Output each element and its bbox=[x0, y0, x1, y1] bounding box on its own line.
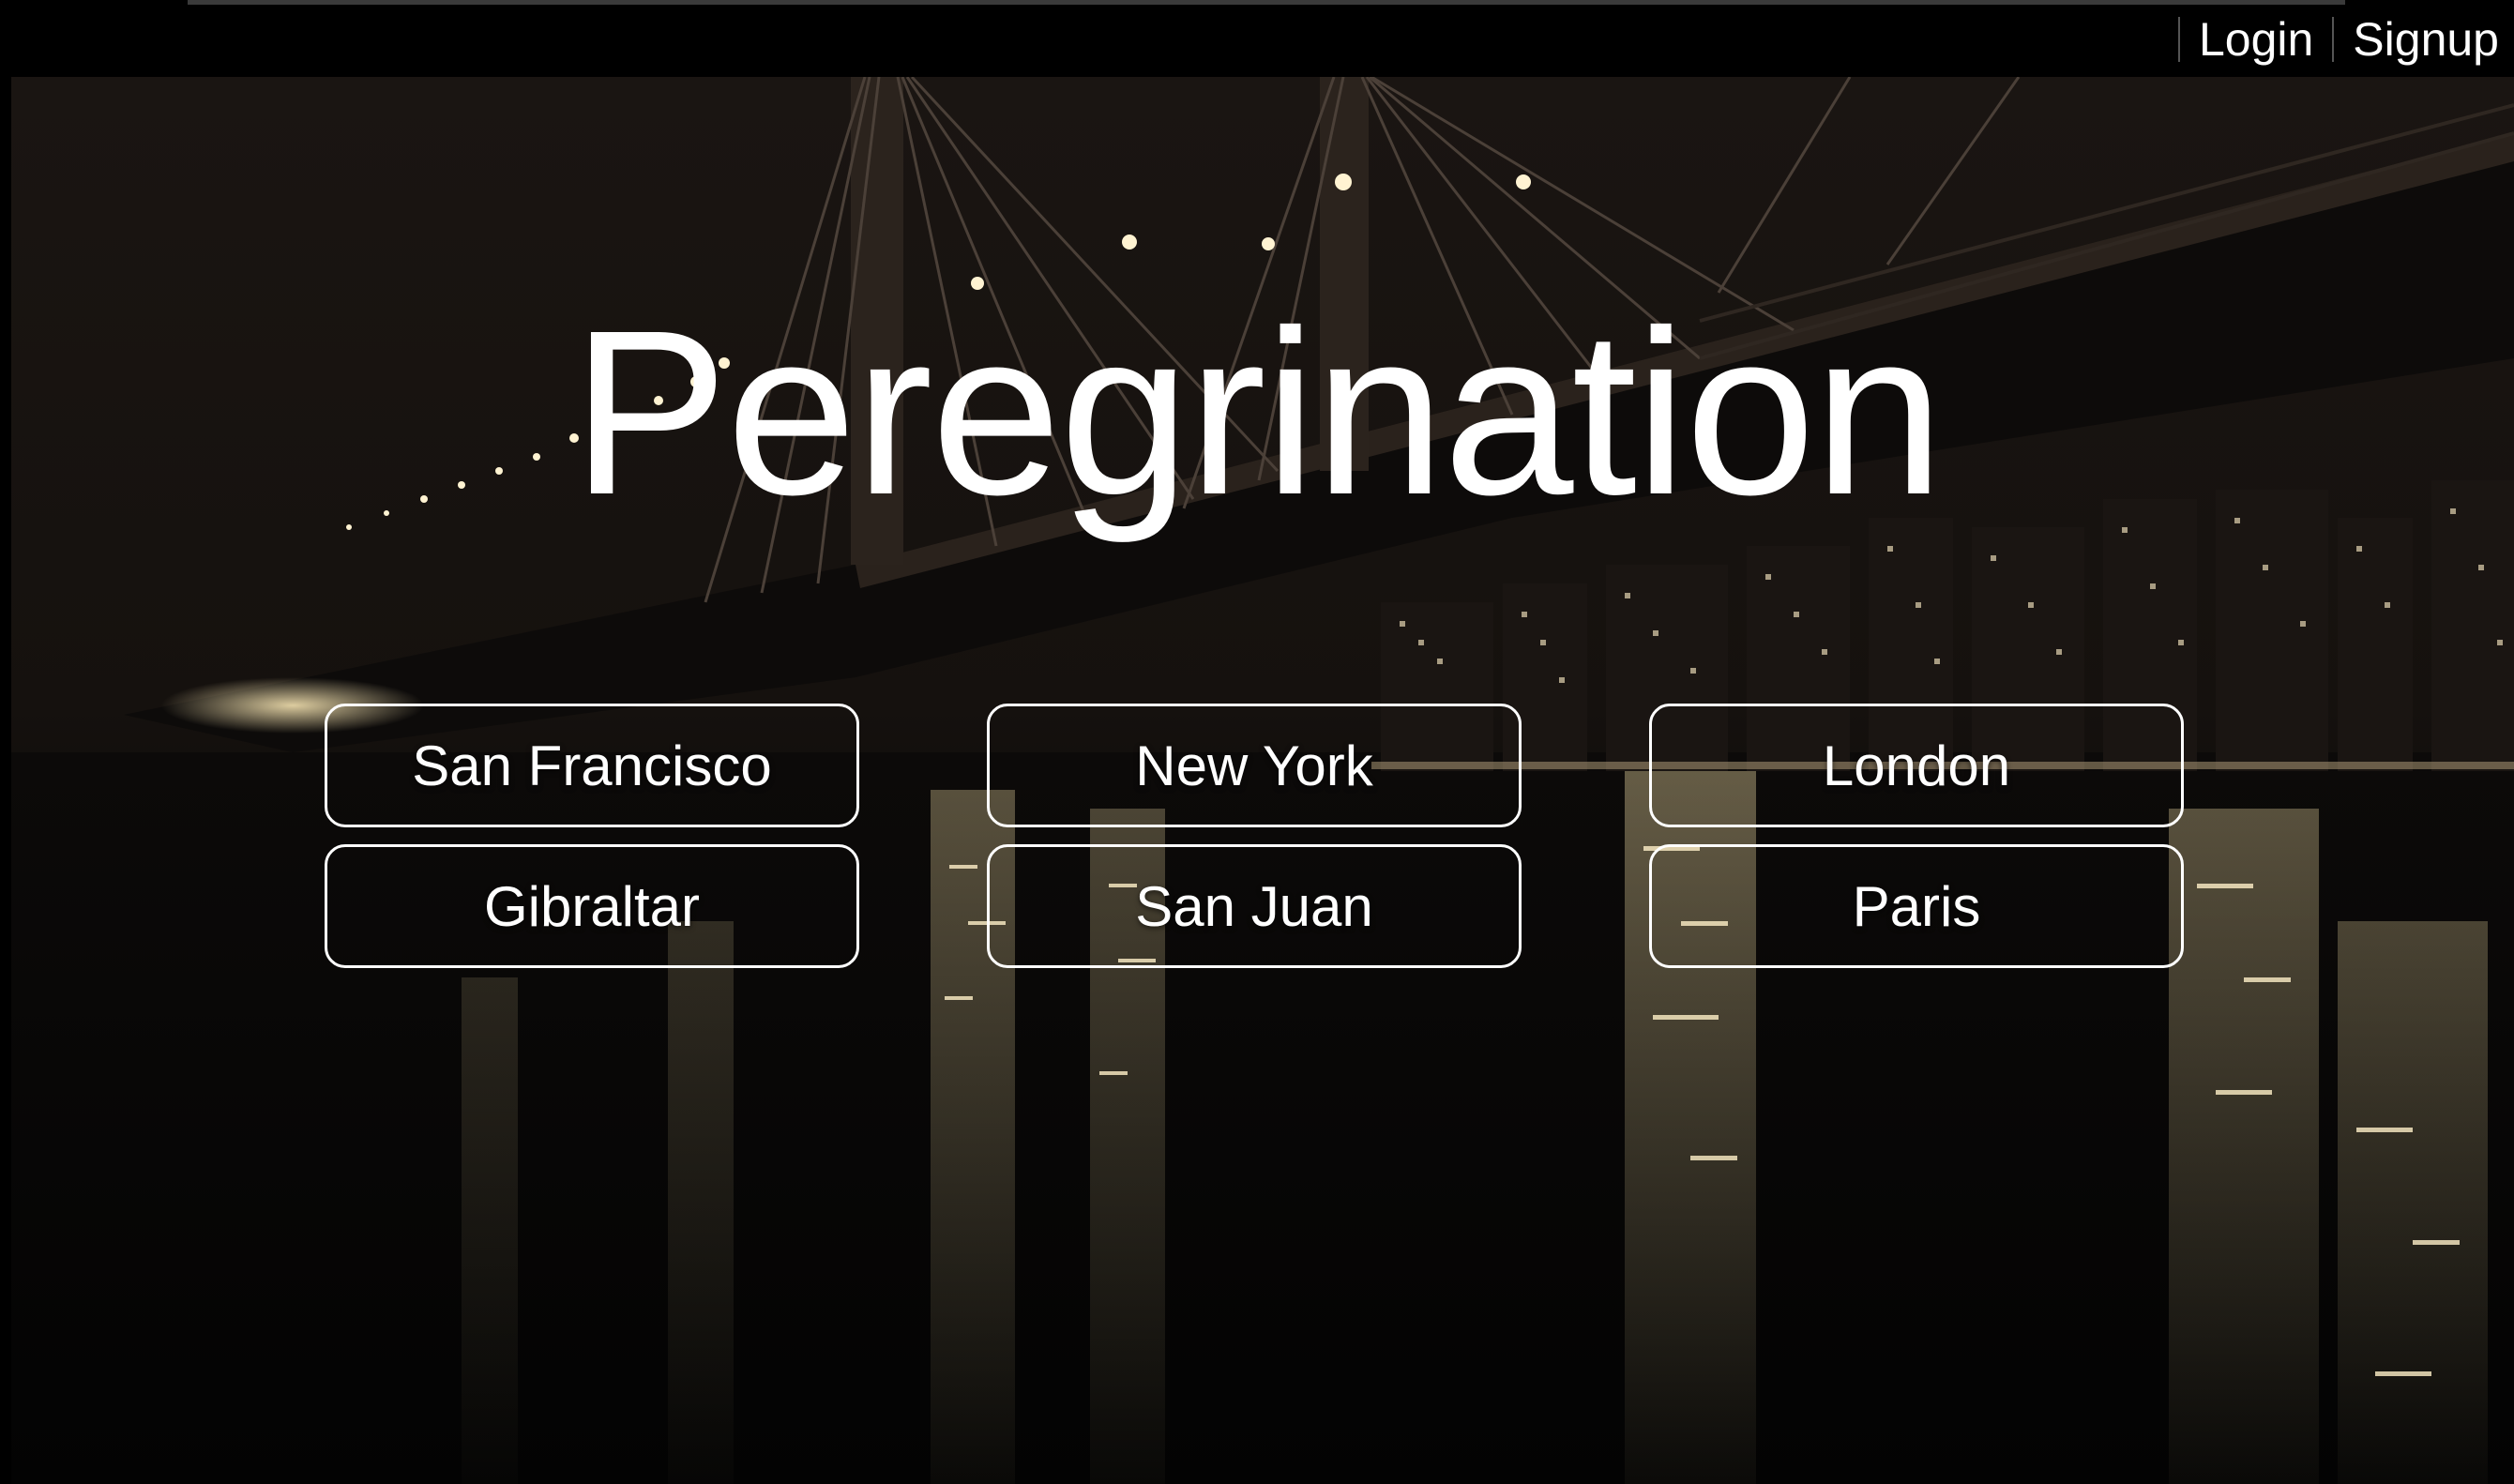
city-button-paris[interactable]: Paris bbox=[1649, 844, 2184, 968]
city-button-gibraltar[interactable]: Gibraltar bbox=[325, 844, 859, 968]
window-edge bbox=[188, 0, 2345, 5]
city-button-san-francisco[interactable]: San Francisco bbox=[325, 704, 859, 827]
city-button-new-york[interactable]: New York bbox=[987, 704, 1522, 827]
nav-divider bbox=[2332, 17, 2335, 62]
city-button-london[interactable]: London bbox=[1649, 704, 2184, 827]
city-button-grid: San Francisco New York London Gibraltar … bbox=[325, 704, 2184, 968]
auth-nav: Login Signup bbox=[2177, 13, 2499, 66]
top-nav-bar: Login Signup bbox=[0, 0, 2514, 77]
city-button-san-juan[interactable]: San Juan bbox=[987, 844, 1522, 968]
login-link[interactable]: Login bbox=[2199, 13, 2313, 66]
signup-link[interactable]: Signup bbox=[2353, 13, 2499, 66]
page-title: Peregrination bbox=[571, 281, 1944, 543]
nav-divider bbox=[2177, 17, 2180, 62]
page: Login Signup Peregrination San Francisco… bbox=[0, 0, 2514, 1484]
